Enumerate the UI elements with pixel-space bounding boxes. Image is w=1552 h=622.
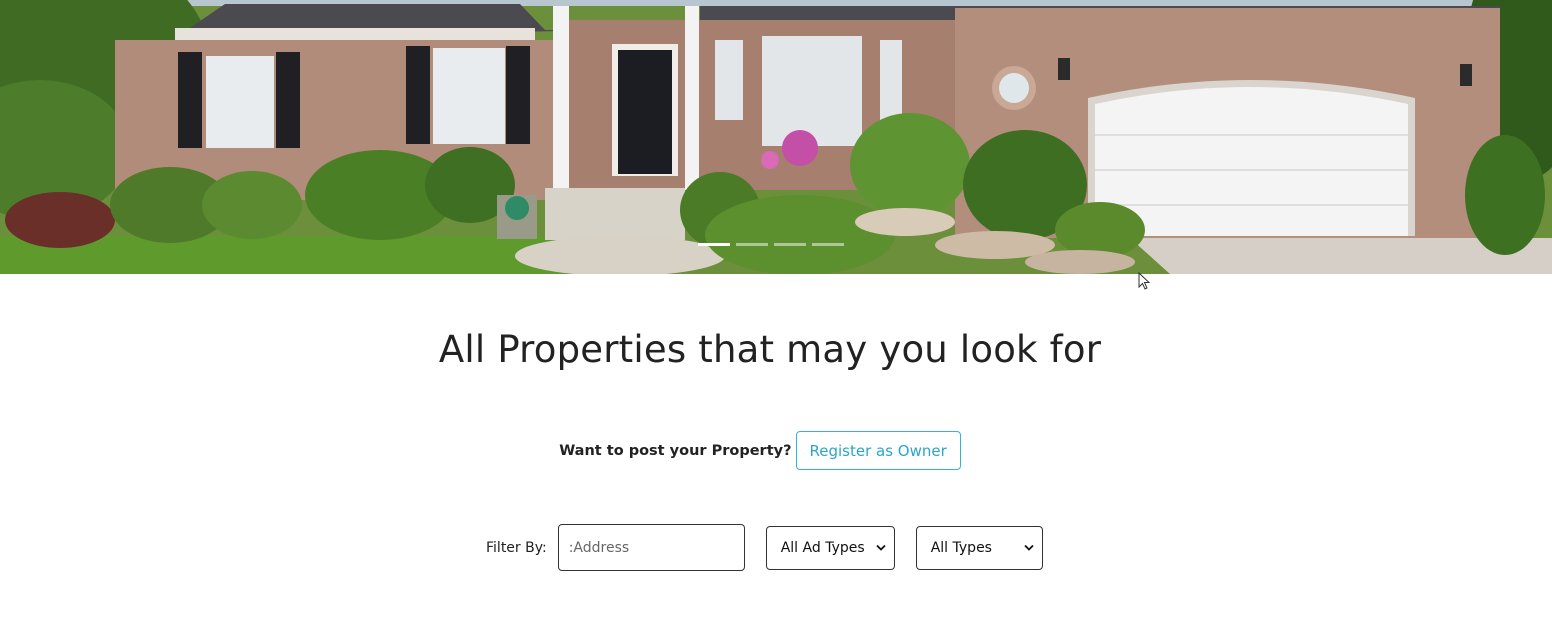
carousel-indicator-1[interactable] xyxy=(698,243,730,246)
ad-type-selected-value: All Ad Types xyxy=(780,539,865,556)
owner-prompt: Want to post your Property? Register as … xyxy=(0,431,1520,470)
page-title: All Properties that may you look for xyxy=(438,328,1102,371)
carousel-indicators xyxy=(698,243,844,246)
carousel-indicator-3[interactable] xyxy=(774,243,806,246)
address-filter-input[interactable] xyxy=(557,524,745,571)
filter-bar: Filter By: All Ad Types All Types xyxy=(486,524,1043,571)
property-type-selected-value: All Types xyxy=(930,539,992,556)
filter-label: Filter By: xyxy=(486,539,547,556)
chevron-down-icon xyxy=(1024,544,1034,551)
hero-carousel xyxy=(0,0,1552,274)
carousel-indicator-2[interactable] xyxy=(736,243,768,246)
mouse-cursor-icon xyxy=(1138,272,1150,290)
chevron-down-icon xyxy=(876,544,886,551)
hero-house-image xyxy=(0,0,1552,274)
register-as-owner-button[interactable]: Register as Owner xyxy=(795,431,961,470)
owner-question-text: Want to post your Property? xyxy=(559,442,792,459)
property-type-select[interactable]: All Types xyxy=(915,525,1043,570)
ad-type-select[interactable]: All Ad Types xyxy=(765,525,895,570)
carousel-indicator-4[interactable] xyxy=(812,243,844,246)
